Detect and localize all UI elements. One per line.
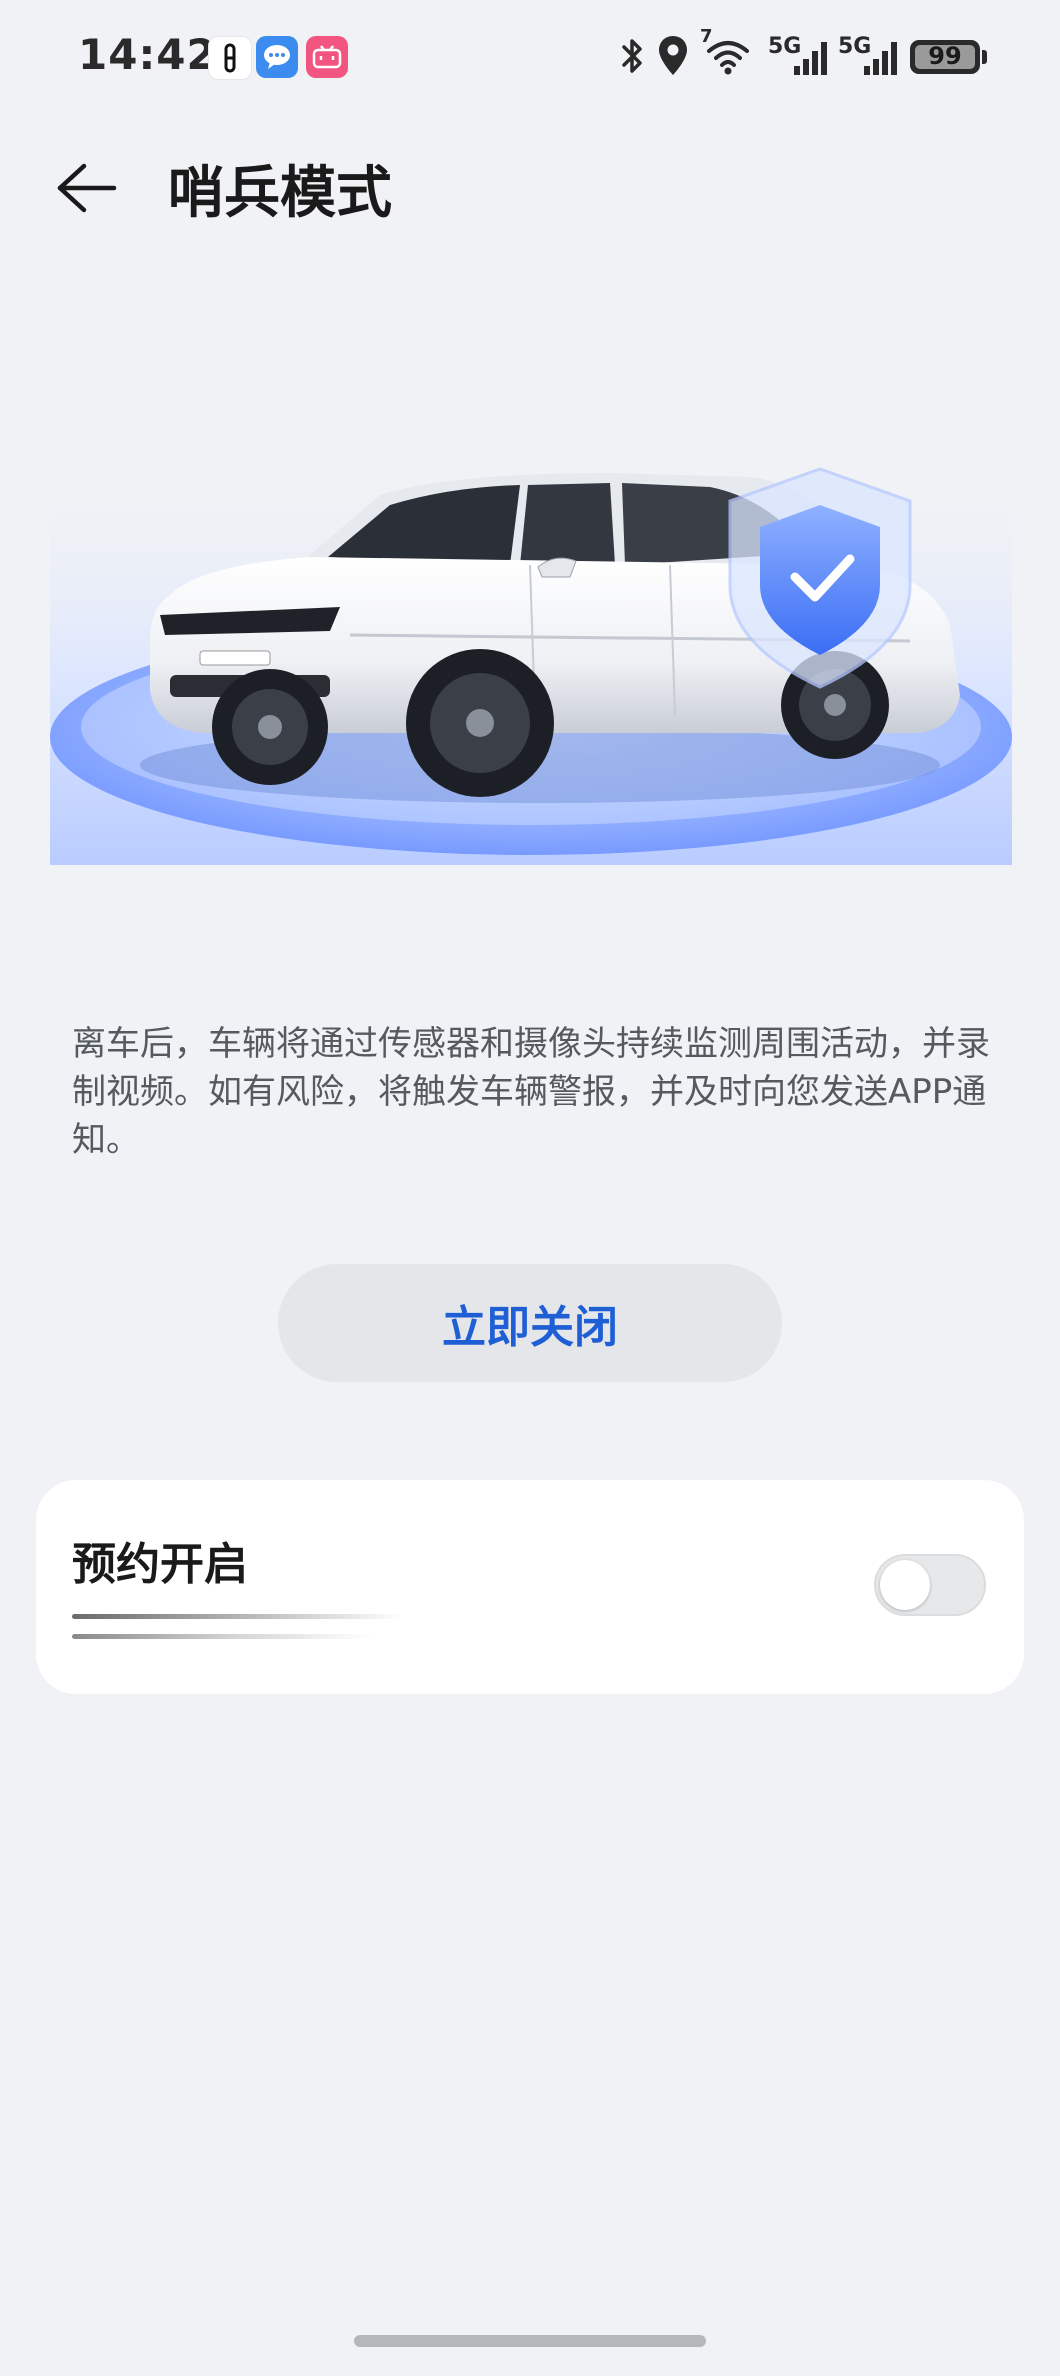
close-now-button[interactable]: 立即关闭 [278,1264,782,1382]
status-icons: 7 5G 5G 99 [620,26,1060,86]
close-now-label: 立即关闭 [442,1302,618,1353]
toggle-knob [880,1560,930,1610]
page-title: 哨兵模式 [168,161,392,226]
car-illustration [50,465,1012,865]
schedule-subtitle-placeholder [72,1614,402,1644]
status-time: 14:42 [78,30,217,79]
battery-level: 99 [928,42,962,70]
battery-icon: 99 [910,40,980,74]
arrow-left-icon [57,163,117,213]
schedule-title: 预约开启 [72,1539,248,1590]
signal-strength-icon-sim1 [794,42,827,75]
signal-strength-icon-sim2 [864,42,897,75]
bilibili-notification-icon [306,36,348,78]
location-icon [659,36,687,75]
battery-tip [982,50,987,64]
hero-illustration [50,465,1012,865]
home-indicator[interactable] [354,2335,706,2347]
status-bar: 14:42 7 5G 5G 99 [0,0,1060,118]
message-notification-icon [256,36,298,78]
wifi-icon [707,41,749,75]
sentry-mode-page: 14:42 7 5G 5G 99 哨兵模式 离车后，车辆将通过传感器和摄像头持续… [0,0,1060,2376]
bluetooth-icon [622,39,642,73]
schedule-card: 预约开启 [36,1480,1024,1694]
description-text: 离车后，车辆将通过传感器和摄像头持续监测周围活动，并录制视频。如有风险，将触发车… [72,1024,990,1160]
back-button[interactable] [48,150,124,226]
app-notification-icon [208,36,252,80]
schedule-toggle[interactable] [874,1554,986,1616]
